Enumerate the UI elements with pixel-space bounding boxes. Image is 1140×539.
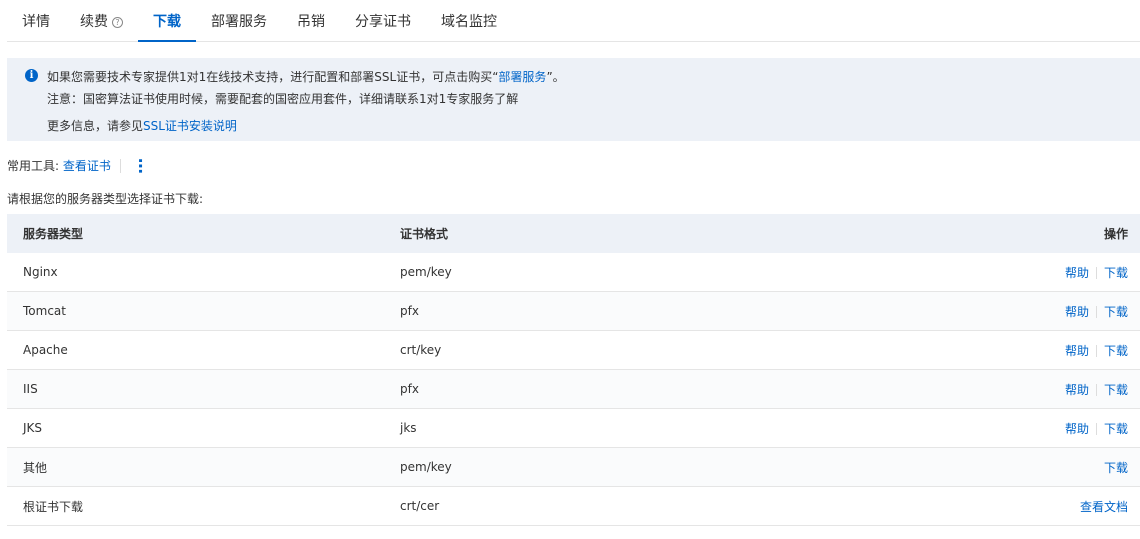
server-type: Nginx <box>7 253 384 292</box>
table-header: 服务器类型 证书格式 操作 <box>7 214 1140 253</box>
download-link[interactable]: 下载 <box>1104 344 1128 358</box>
info-line-3: 更多信息，请参见SSL证书安装说明 <box>47 117 237 134</box>
info-banner: i 如果您需要技术专家提供1对1在线技术支持，进行配置和部署SSL证书，可点击购… <box>7 58 1140 141</box>
download-link[interactable]: 下载 <box>1104 461 1128 475</box>
actions: 查看文档 <box>746 486 1140 526</box>
server-type: JKS <box>7 408 384 448</box>
table-row: 其他 pem/key 下载 <box>7 447 1140 487</box>
divider <box>1095 384 1097 396</box>
actions: 帮助 下载 <box>746 291 1140 331</box>
download-link[interactable]: 下载 <box>1104 305 1128 319</box>
help-icon[interactable]: ? <box>112 17 123 28</box>
actions: 下载 <box>746 447 1140 487</box>
divider <box>1095 306 1097 318</box>
download-link[interactable]: 下载 <box>1104 266 1128 280</box>
deploy-service-link[interactable]: 部署服务 <box>498 70 546 84</box>
tab-label: 域名监控 <box>441 14 497 30</box>
download-link[interactable]: 下载 <box>1104 383 1128 397</box>
cert-format: pem/key <box>384 447 747 487</box>
help-link[interactable]: 帮助 <box>1065 422 1089 436</box>
table-row: JKS jks 帮助 下载 <box>7 408 1140 448</box>
tab-label: 续费 <box>80 14 108 30</box>
tab-label: 详情 <box>22 14 50 30</box>
col-server-type: 服务器类型 <box>7 214 384 253</box>
tab-download[interactable]: 下载 <box>138 0 196 42</box>
help-link[interactable]: 帮助 <box>1065 266 1089 280</box>
cert-format: pfx <box>384 291 747 331</box>
text: 如果您需要技术专家提供1对1在线技术支持，进行配置和部署SSL证书，可点击购买“ <box>47 70 499 84</box>
table-row: 根证书下载 crt/cer 查看文档 <box>7 486 1140 526</box>
download-table: 服务器类型 证书格式 操作 Nginx pem/key 帮助 下载 Tomcat pfx 帮… <box>7 214 1140 526</box>
divider <box>1095 267 1097 279</box>
tools-label: 常用工具: <box>7 159 60 173</box>
tab-label: 下载 <box>153 14 181 30</box>
prompt-text: 请根据您的服务器类型选择证书下载: <box>7 192 204 206</box>
actions: 帮助 下载 <box>746 253 1140 292</box>
info-line-1: 如果您需要技术专家提供1对1在线技术支持，进行配置和部署SSL证书，可点击购买“… <box>47 68 565 85</box>
server-type: Tomcat <box>7 291 384 331</box>
text: ”。 <box>546 70 565 84</box>
server-type: 其他 <box>7 447 384 487</box>
col-format: 证书格式 <box>384 214 747 253</box>
table-row: Apache crt/key 帮助 下载 <box>7 330 1140 370</box>
view-docs-link[interactable]: 查看文档 <box>1080 500 1128 514</box>
tab-domain-monitor[interactable]: 域名监控 <box>426 0 512 41</box>
divider <box>1095 345 1097 357</box>
server-type: IIS <box>7 369 384 409</box>
cert-format: pfx <box>384 369 747 409</box>
table-row: Nginx pem/key 帮助 下载 <box>7 253 1140 292</box>
tab-label: 分享证书 <box>355 14 411 30</box>
help-link[interactable]: 帮助 <box>1065 344 1089 358</box>
tab-renew[interactable]: 续费? <box>65 0 138 41</box>
tab-revoke[interactable]: 吊销 <box>282 0 340 41</box>
more-vertical-icon[interactable]: ⋯ <box>131 158 150 174</box>
tab-details[interactable]: 详情 <box>7 0 65 41</box>
view-certificate-link[interactable]: 查看证书 <box>63 157 111 174</box>
server-type: 根证书下载 <box>7 486 384 526</box>
tab-bar: 详情 续费? 下载 部署服务 吊销 分享证书 域名监控 <box>7 0 1140 42</box>
table-row: IIS pfx 帮助 下载 <box>7 369 1140 409</box>
divider <box>1095 423 1097 435</box>
col-action: 操作 <box>746 214 1140 253</box>
tab-deploy-service[interactable]: 部署服务 <box>196 0 282 41</box>
tab-label: 吊销 <box>297 14 325 30</box>
cert-format: pem/key <box>384 253 747 292</box>
actions: 帮助 下载 <box>746 369 1140 409</box>
table-row: Tomcat pfx 帮助 下载 <box>7 291 1140 331</box>
actions: 帮助 下载 <box>746 330 1140 370</box>
server-type: Apache <box>7 330 384 370</box>
common-tools: 常用工具: 查看证书 ⋯ <box>7 157 150 174</box>
tab-share[interactable]: 分享证书 <box>340 0 426 41</box>
info-line-2: 注意：国密算法证书使用时候，需要配套的国密应用套件，详细请联系1对1专家服务了解 <box>47 92 519 106</box>
cert-format: jks <box>384 408 747 448</box>
help-link[interactable]: 帮助 <box>1065 305 1089 319</box>
cert-format: crt/key <box>384 330 747 370</box>
text: 更多信息，请参见 <box>47 119 144 133</box>
info-icon: i <box>25 69 38 82</box>
help-link[interactable]: 帮助 <box>1065 383 1089 397</box>
tab-label: 部署服务 <box>211 14 267 30</box>
cert-format: crt/cer <box>384 486 747 526</box>
download-link[interactable]: 下载 <box>1104 422 1128 436</box>
ssl-install-guide-link[interactable]: SSL证书安装说明 <box>143 119 237 133</box>
divider <box>119 158 121 173</box>
actions: 帮助 下载 <box>746 408 1140 448</box>
